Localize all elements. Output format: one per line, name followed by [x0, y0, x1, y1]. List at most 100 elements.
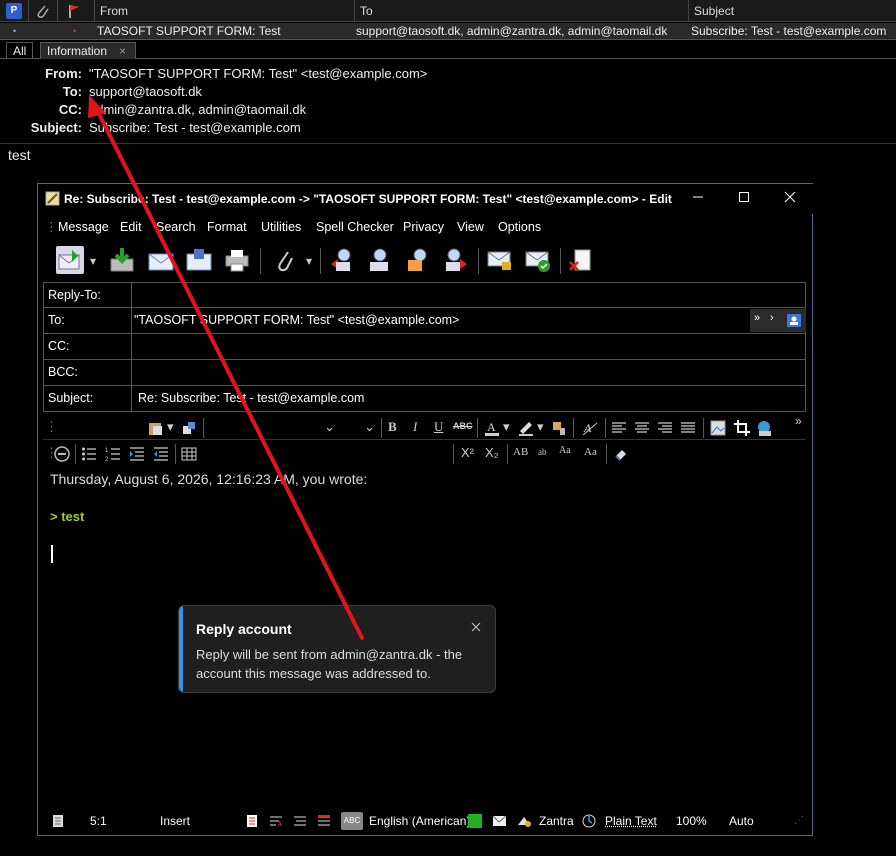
font-select[interactable]: ⌄ — [209, 418, 337, 438]
insert-link-icon[interactable] — [755, 419, 773, 437]
small-caps-button[interactable]: ab — [538, 447, 547, 457]
menu-options[interactable]: Options — [498, 216, 541, 238]
align-center-icon[interactable] — [634, 420, 650, 436]
paragraph-icon[interactable] — [293, 814, 307, 828]
subject-column-header[interactable]: Subject — [688, 0, 896, 22]
send-dropdown-chevron-icon[interactable]: ▾ — [90, 254, 96, 268]
envelope-check-icon[interactable] — [492, 814, 508, 828]
table-icon[interactable] — [181, 446, 197, 462]
font-color-icon[interactable]: A — [483, 419, 501, 437]
indent-icon[interactable] — [129, 446, 145, 462]
flag-column-header[interactable] — [57, 0, 93, 22]
send-icon[interactable] — [56, 246, 84, 274]
to-column-header[interactable]: To — [354, 0, 688, 22]
highlight-color-icon[interactable] — [517, 419, 535, 437]
expand-icon[interactable]: » — [754, 312, 760, 324]
underline-button[interactable]: U — [434, 419, 443, 435]
bcc-input[interactable] — [134, 360, 804, 385]
toast-close-icon[interactable] — [470, 621, 482, 633]
queue-icon[interactable] — [147, 246, 175, 274]
close-window-button[interactable] — [767, 184, 813, 214]
tab-information[interactable]: Information × — [40, 42, 136, 59]
menu-view[interactable]: View — [457, 216, 484, 238]
cc-value[interactable]: admin@zantra.dk, admin@taomail.dk — [89, 102, 306, 117]
align-justify-icon[interactable] — [680, 420, 696, 436]
save-icon[interactable] — [185, 246, 213, 274]
address-book-icon[interactable] — [786, 313, 802, 328]
paste-dropdown-chevron-icon[interactable]: ▾ — [167, 419, 174, 435]
attach-icon[interactable] — [270, 246, 298, 274]
close-icon[interactable]: × — [119, 43, 126, 59]
reply-all-icon[interactable] — [366, 246, 394, 274]
toolbar-overflow-icon[interactable]: » — [795, 414, 802, 428]
text-cursor[interactable] — [51, 545, 53, 563]
chevron-right-icon[interactable]: › — [770, 312, 774, 324]
account-icon[interactable] — [516, 814, 532, 828]
tab-all[interactable]: All — [6, 42, 34, 59]
menu-message[interactable]: Message — [58, 216, 109, 238]
insert-image-icon[interactable] — [709, 419, 727, 437]
shrink-font-button[interactable]: Aa — [584, 446, 597, 458]
spell-check-icon[interactable]: ABC — [341, 812, 363, 830]
crop-icon[interactable] — [733, 419, 751, 437]
wrap-icon[interactable] — [245, 814, 259, 828]
bold-button[interactable]: B — [388, 419, 397, 435]
italic-button[interactable]: I — [413, 419, 417, 435]
grow-font-button[interactable]: Aa — [559, 445, 571, 456]
auto-mode[interactable]: Auto — [729, 810, 754, 832]
align-left-icon[interactable] — [611, 420, 627, 436]
maximize-button[interactable] — [721, 184, 767, 214]
from-value[interactable]: "TAOSOFT SUPPORT FORM: Test" <test@examp… — [89, 66, 427, 81]
insert-mode[interactable]: Insert — [160, 810, 190, 832]
style-icon[interactable] — [181, 420, 197, 436]
superscript-button[interactable]: X² — [461, 445, 474, 460]
strikethrough-button[interactable]: ABC — [453, 421, 473, 431]
minimize-button[interactable] — [675, 184, 721, 214]
print-icon[interactable] — [223, 246, 251, 274]
subject-input[interactable]: Re: Subscribe: Test - test@example.com — [138, 386, 808, 411]
cc-input[interactable] — [134, 334, 804, 359]
all-caps-button[interactable]: AB — [513, 446, 528, 458]
zoom-level[interactable]: 100% — [676, 810, 707, 832]
numbered-list-icon[interactable]: 12 — [105, 446, 121, 462]
to-value[interactable]: support@taosoft.dk — [89, 84, 202, 99]
encrypt-icon[interactable] — [486, 246, 514, 274]
discard-icon[interactable] — [566, 246, 594, 274]
message-list-row[interactable]: • • TAOSOFT SUPPORT FORM: Test support@t… — [0, 23, 896, 40]
format-painter-icon[interactable] — [550, 419, 568, 437]
outdent-icon[interactable] — [153, 446, 169, 462]
to-input[interactable]: "TAOSOFT SUPPORT FORM: Test" <test@examp… — [132, 308, 752, 333]
no-format-icon[interactable] — [53, 445, 71, 463]
save-draft-icon[interactable] — [108, 246, 136, 274]
menu-search[interactable]: Search — [156, 216, 196, 238]
priority-icon[interactable]: P — [6, 3, 22, 19]
highlight-chevron-icon[interactable]: ▾ — [537, 419, 544, 435]
eraser-icon[interactable] — [613, 446, 629, 462]
align-right-icon[interactable] — [657, 420, 673, 436]
forward-icon[interactable] — [404, 246, 432, 274]
font-size-select[interactable]: ⌄ — [339, 418, 377, 438]
clear-format-icon[interactable]: A — [581, 419, 599, 437]
menu-edit[interactable]: Edit — [120, 216, 142, 238]
text-format[interactable]: Plain Text — [605, 810, 657, 832]
attach-dropdown-chevron-icon[interactable]: ▾ — [306, 254, 312, 268]
redirect-icon[interactable] — [442, 246, 470, 274]
menu-format[interactable]: Format — [207, 216, 247, 238]
attachment-column-header[interactable] — [28, 0, 56, 22]
account-name[interactable]: Zantra — [539, 810, 574, 832]
resize-grip-icon[interactable]: ⋰ — [794, 810, 804, 832]
paste-icon[interactable] — [147, 420, 163, 436]
menu-utilities[interactable]: Utilities — [261, 216, 301, 238]
menu-spell-checker[interactable]: Spell Checker — [316, 216, 394, 238]
font-color-chevron-icon[interactable]: ▾ — [503, 419, 510, 435]
bullet-list-icon[interactable] — [81, 446, 97, 462]
subscript-button[interactable]: X₂ — [485, 445, 499, 460]
from-column-header[interactable]: From — [94, 0, 354, 22]
word-wrap-icon[interactable] — [269, 814, 283, 828]
sign-icon[interactable] — [524, 246, 552, 274]
reply-icon[interactable] — [328, 246, 356, 274]
reply-to-input[interactable] — [134, 283, 804, 308]
ruler-icon[interactable] — [317, 814, 331, 828]
language[interactable]: English (American) — [369, 810, 470, 832]
menu-privacy[interactable]: Privacy — [403, 216, 444, 238]
